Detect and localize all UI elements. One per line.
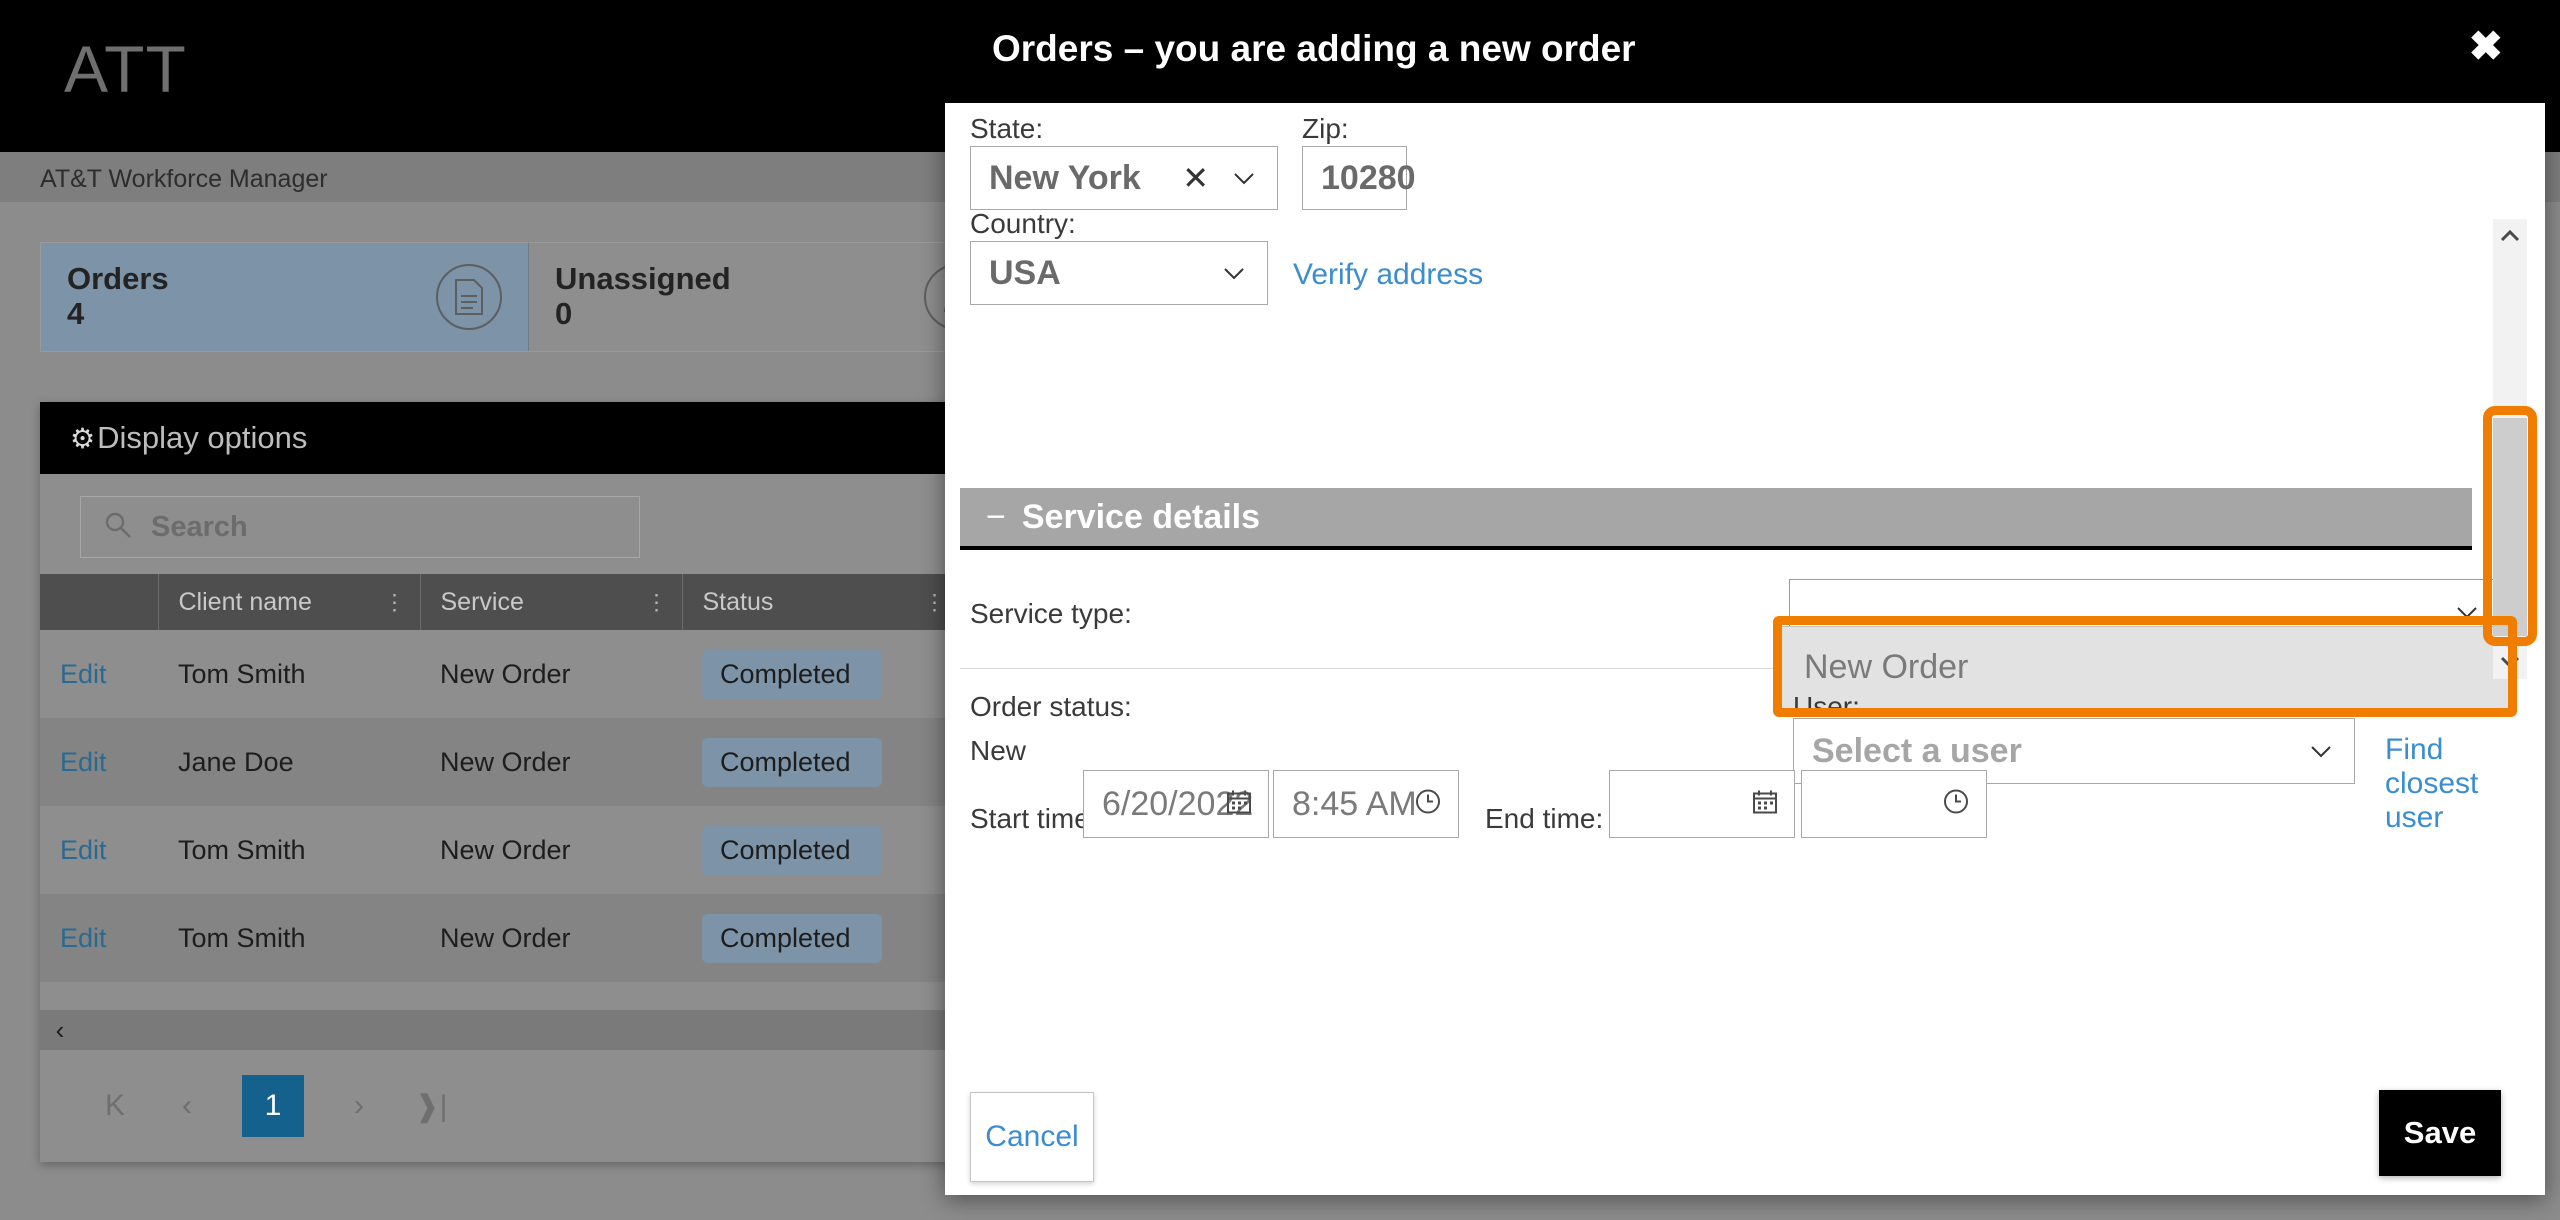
service-type-option-new-order[interactable]: New Order: [1782, 627, 2508, 708]
add-order-modal: Orders – you are adding a new order ✖ St…: [945, 0, 2545, 1195]
service-type-label: Service type:: [970, 598, 1132, 630]
chevron-down-icon[interactable]: [2493, 645, 2527, 679]
cell-status: Completed: [682, 806, 960, 894]
document-icon: [436, 264, 502, 330]
modal-scrollbar-thumb[interactable]: [2493, 418, 2527, 636]
verify-address-link[interactable]: Verify address: [1293, 258, 1483, 292]
state-select[interactable]: New York ✕: [970, 146, 1278, 210]
kpi-value-unassigned: 0: [555, 297, 731, 332]
pager-next-button[interactable]: ›: [342, 1089, 376, 1123]
chevron-down-icon: [1231, 165, 1257, 191]
cell-status: Completed: [682, 718, 960, 806]
search-placeholder: Search: [151, 511, 248, 544]
chevron-down-icon: [2308, 738, 2334, 764]
column-header-service[interactable]: Service⋮: [420, 574, 682, 630]
status-badge: Completed: [702, 914, 882, 963]
search-input[interactable]: Search: [80, 496, 640, 558]
pager-page-1[interactable]: 1: [242, 1075, 304, 1137]
end-clock-field[interactable]: [1801, 770, 1987, 838]
edit-link[interactable]: Edit: [60, 747, 107, 777]
search-icon: [103, 510, 133, 545]
start-time-label: Start time:: [970, 803, 1098, 835]
edit-link[interactable]: Edit: [60, 835, 107, 865]
modal-footer: Cancel Save: [945, 1078, 2545, 1195]
start-clock-field[interactable]: 8:45 AM: [1273, 770, 1459, 838]
kpi-value-orders: 4: [67, 297, 169, 332]
end-time-label: End time:: [1485, 803, 1603, 835]
minus-icon[interactable]: −: [986, 500, 1006, 534]
column-menu-icon[interactable]: ⋮: [646, 597, 668, 608]
app-subtitle: AT&T Workforce Manager: [40, 165, 328, 194]
calendar-icon[interactable]: [1752, 789, 1778, 820]
pager-prev-button[interactable]: ‹: [170, 1089, 204, 1123]
zip-value: 10280: [1303, 159, 1416, 198]
app-logo: ATT: [64, 36, 187, 102]
column-menu-icon[interactable]: ⋮: [384, 597, 406, 608]
kpi-card-unassigned[interactable]: Unassigned 0: [529, 243, 1017, 351]
cell-service: New Order: [420, 630, 682, 718]
user-placeholder: Select a user: [1794, 732, 2022, 771]
cancel-button[interactable]: Cancel: [970, 1092, 1094, 1182]
modal-header: Orders – you are adding a new order ✖: [945, 0, 2545, 103]
country-select[interactable]: USA: [970, 241, 1268, 305]
cell-status: Completed: [682, 894, 960, 982]
find-closest-user-link[interactable]: Find closest user: [2385, 733, 2545, 835]
gear-icon[interactable]: ⚙: [70, 422, 95, 455]
edit-link[interactable]: Edit: [60, 659, 107, 689]
country-label: Country:: [970, 208, 1076, 240]
column-menu-icon[interactable]: ⋮: [924, 597, 946, 608]
zip-field[interactable]: 10280: [1302, 146, 1407, 210]
service-details-section-header[interactable]: − Service details: [960, 488, 2472, 550]
kpi-label-unassigned: Unassigned: [555, 262, 731, 297]
section-title: Service details: [1022, 498, 1260, 537]
chevron-up-icon[interactable]: [2493, 219, 2527, 253]
cell-client-name: Jane Doe: [158, 718, 420, 806]
column-header-status[interactable]: Status⋮: [682, 574, 960, 630]
kpi-card-orders[interactable]: Orders 4: [41, 243, 529, 351]
state-value: New York: [971, 159, 1141, 198]
close-icon[interactable]: ✕: [1182, 162, 1209, 194]
display-options-label[interactable]: Display options: [97, 420, 307, 456]
kpi-label-orders: Orders: [67, 262, 169, 297]
chevron-down-icon: [2454, 599, 2480, 625]
column-header-blank: [40, 574, 158, 630]
cell-service: New Order: [420, 894, 682, 982]
column-header-client-name[interactable]: Client name⋮: [158, 574, 420, 630]
chevron-down-icon: [1221, 260, 1247, 286]
status-badge: Completed: [702, 738, 882, 787]
service-type-dropdown-list[interactable]: New Order: [1781, 626, 2509, 709]
status-badge: Completed: [702, 826, 882, 875]
cell-service: New Order: [420, 806, 682, 894]
calendar-icon[interactable]: [1226, 789, 1252, 820]
start-date-field[interactable]: 6/20/2022: [1083, 770, 1269, 838]
edit-link[interactable]: Edit: [60, 923, 107, 953]
cell-service: New Order: [420, 718, 682, 806]
modal-title: Orders – you are adding a new order: [992, 28, 1636, 70]
close-icon[interactable]: ✖: [2469, 26, 2503, 67]
end-date-field[interactable]: [1609, 770, 1795, 838]
clock-icon[interactable]: [1414, 788, 1442, 821]
status-badge: Completed: [702, 650, 882, 699]
cell-client-name: Tom Smith: [158, 806, 420, 894]
grid-scroll-left-button[interactable]: ‹: [40, 1010, 80, 1050]
cell-client-name: Tom Smith: [158, 630, 420, 718]
clock-icon[interactable]: [1942, 788, 1970, 821]
zip-label: Zip:: [1302, 113, 1349, 145]
cell-client-name: Tom Smith: [158, 894, 420, 982]
save-button[interactable]: Save: [2379, 1090, 2501, 1176]
country-value: USA: [971, 254, 1061, 293]
state-label: State:: [970, 113, 1043, 145]
start-clock-value: 8:45 AM: [1274, 785, 1417, 824]
modal-body: State: New York ✕ Zip: 10280 Country: US…: [945, 103, 2545, 1078]
order-status-label: Order status:: [970, 691, 1132, 723]
cell-status: Completed: [682, 630, 960, 718]
order-status-value: New: [970, 735, 1026, 767]
pager-last-button[interactable]: ❱|: [414, 1089, 448, 1124]
pager-first-button[interactable]: K: [98, 1089, 132, 1123]
